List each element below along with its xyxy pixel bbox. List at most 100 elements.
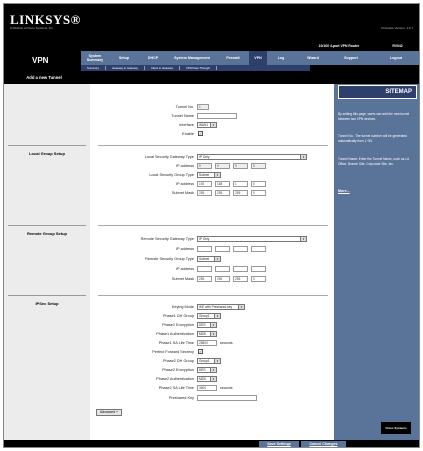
local-group-ip-octet-3[interactable]: 1 <box>233 181 248 187</box>
remote-ip-octet-3[interactable] <box>233 246 248 252</box>
remote-group-ip-octet-4[interactable] <box>251 266 266 272</box>
tunnel-no-field: 1 <box>197 104 209 110</box>
remote-mask-label: Subnet Mask <box>171 277 194 281</box>
remote-group-ip-octet-2[interactable] <box>215 266 230 272</box>
phase2-dh-select[interactable]: Group1 ▾ <box>197 358 221 364</box>
save-settings-button[interactable]: Save Settings <box>259 441 299 447</box>
remote-group-ip-octet-1[interactable] <box>197 266 212 272</box>
remote-gw-type-select[interactable]: IP Only ▾ <box>197 236 307 242</box>
local-gw-type-select[interactable]: IP Only ▾ <box>197 154 307 160</box>
pfs-checkbox[interactable]: ✓ <box>198 349 203 354</box>
local-ip-octet-2[interactable]: 0 <box>215 163 230 169</box>
sub-nav: Summary Gateway to Gateway Client to Gat… <box>81 65 310 71</box>
local-mask-octet-1[interactable]: 255 <box>197 190 212 196</box>
subnav-summary[interactable]: Summary <box>81 66 106 70</box>
local-ip-octet-4[interactable]: 0 <box>251 163 266 169</box>
local-group-ip-octet-1[interactable]: 192 <box>197 181 212 187</box>
chevron-down-icon: ▾ <box>210 123 216 127</box>
ipsec-setup-label: IPSec Setup <box>35 301 59 306</box>
phase2-encryption-label: Phase2 Encryption <box>162 368 194 372</box>
chevron-down-icon: ▾ <box>214 173 220 177</box>
nav-support[interactable]: Support <box>331 51 371 65</box>
local-mask-octet-2[interactable]: 255 <box>215 190 230 196</box>
advanced-button[interactable]: Advanced + <box>96 409 123 416</box>
enable-checkbox[interactable]: ✓ <box>198 131 203 136</box>
preshared-key-label: Preshared Key <box>168 396 194 400</box>
remote-mask-octet-1[interactable]: 255 <box>197 276 212 282</box>
local-mask-octet-3[interactable]: 255 <box>233 190 248 196</box>
local-group-label: Local Group Setup <box>29 151 65 156</box>
nav-system-summary[interactable]: System Summary <box>81 51 109 65</box>
sitemap-button[interactable]: SITEMAP <box>338 85 417 99</box>
remote-group-type-label: Remote Security Group Type <box>145 257 194 261</box>
help-intro: By setting this page, users can add the … <box>338 112 410 121</box>
phase1-encryption-label: Phase1 Encryption <box>162 323 194 327</box>
nav-vpn[interactable]: VPN <box>249 51 267 65</box>
subnav-gateway-to-gateway[interactable]: Gateway to Gateway <box>106 66 145 70</box>
remote-group-ip-octet-3[interactable] <box>233 266 248 272</box>
chevron-down-icon: ▾ <box>238 305 244 309</box>
nav-wizard[interactable]: Wizard <box>295 51 331 65</box>
local-ip-label: IP address <box>175 164 194 168</box>
phase1-dh-label: Phase1 DH Group <box>162 314 194 318</box>
nav-log[interactable]: Log <box>267 51 295 65</box>
phase1-encryption-select[interactable]: DES ▾ <box>197 322 217 328</box>
phase2-auth-select[interactable]: MD5 ▾ <box>197 376 217 382</box>
local-ip-octet-3[interactable]: 0 <box>233 163 248 169</box>
chevron-down-icon: ▾ <box>214 314 220 318</box>
section-divider <box>98 295 328 296</box>
cisco-logo: Cisco Systems <box>381 422 411 434</box>
logo-sublabel: A Division of Cisco Systems, Inc. <box>10 26 54 30</box>
help-tunnel-no: Tunnel No.: The tunnel number will be ge… <box>338 134 407 143</box>
phase2-dh-label: Phase2 DH Group <box>162 359 194 363</box>
more-link[interactable]: More... <box>338 189 350 193</box>
cancel-changes-button[interactable]: Cancel Changes <box>301 441 346 447</box>
local-group-ip-octet-2[interactable]: 168 <box>215 181 230 187</box>
left-divider <box>8 145 86 146</box>
chevron-down-icon: ▾ <box>210 332 216 336</box>
chevron-down-icon: ▾ <box>300 237 306 241</box>
phase1-auth-select[interactable]: MD5 ▾ <box>197 331 217 337</box>
keying-mode-select[interactable]: IKE with Preshared key ▾ <box>197 304 245 310</box>
phase1-sa-input[interactable]: 28800 <box>197 340 217 346</box>
remote-ip-octet-4[interactable] <box>251 246 266 252</box>
remote-ip-octet-1[interactable] <box>197 246 212 252</box>
subnav-client-to-gateway[interactable]: Client to Gateway <box>145 66 181 70</box>
firmware-version: Firmware Version: 1.0.7 <box>381 26 413 30</box>
local-mask-label: Subnet Mask <box>171 191 194 195</box>
left-column <box>4 72 90 447</box>
tunnel-name-input[interactable] <box>197 113 237 119</box>
remote-ip-octet-2[interactable] <box>215 246 230 252</box>
phase2-encryption-select[interactable]: DES ▾ <box>197 367 217 373</box>
remote-mask-octet-2[interactable]: 255 <box>215 276 230 282</box>
phase1-dh-select[interactable]: Group1 ▾ <box>197 313 221 319</box>
remote-ip-label: IP address <box>175 247 194 251</box>
subnav-vpn-pass-through[interactable]: VPN Pass Through <box>180 66 217 70</box>
phase2-auth-label: Phase2 Authentication <box>156 377 194 381</box>
remote-mask-octet-4[interactable]: 0 <box>251 276 266 282</box>
local-group-type-select[interactable]: Subnet ▾ <box>197 172 221 178</box>
local-group-ip-label: IP address <box>175 182 194 186</box>
remote-mask-octet-3[interactable]: 255 <box>233 276 248 282</box>
nav-logout[interactable]: Logout <box>371 51 419 65</box>
interface-select[interactable]: WAN1 ▾ <box>197 122 217 128</box>
remote-group-ip-label: IP address <box>175 267 194 271</box>
router-name: 10/100 4-port VPN Router <box>304 42 374 50</box>
phase1-sa-unit: seconds <box>220 341 233 345</box>
local-group-type-label: Local Security Group Type <box>149 173 194 177</box>
local-gw-type-label: Local Security Gateway Type <box>144 155 194 159</box>
nav-setup[interactable]: Setup <box>109 51 139 65</box>
preshared-key-input[interactable] <box>197 395 257 401</box>
nav-firewall[interactable]: Firewall <box>217 51 249 65</box>
nav-system-management[interactable]: System Management <box>167 51 217 65</box>
chevron-down-icon: ▾ <box>210 323 216 327</box>
nav-dhcp[interactable]: DHCP <box>139 51 167 65</box>
phase2-sa-input[interactable]: 3600 <box>197 385 217 391</box>
local-mask-octet-4[interactable]: 0 <box>251 190 266 196</box>
section-divider <box>98 225 328 226</box>
keying-mode-label: Keying Mode <box>171 305 194 309</box>
remote-group-type-select[interactable]: Subnet ▾ <box>197 256 221 262</box>
local-group-ip-octet-4[interactable]: 0 <box>251 181 266 187</box>
tunnel-no-label: Tunnel No. <box>175 105 194 109</box>
local-ip-octet-1[interactable]: 0 <box>197 163 212 169</box>
